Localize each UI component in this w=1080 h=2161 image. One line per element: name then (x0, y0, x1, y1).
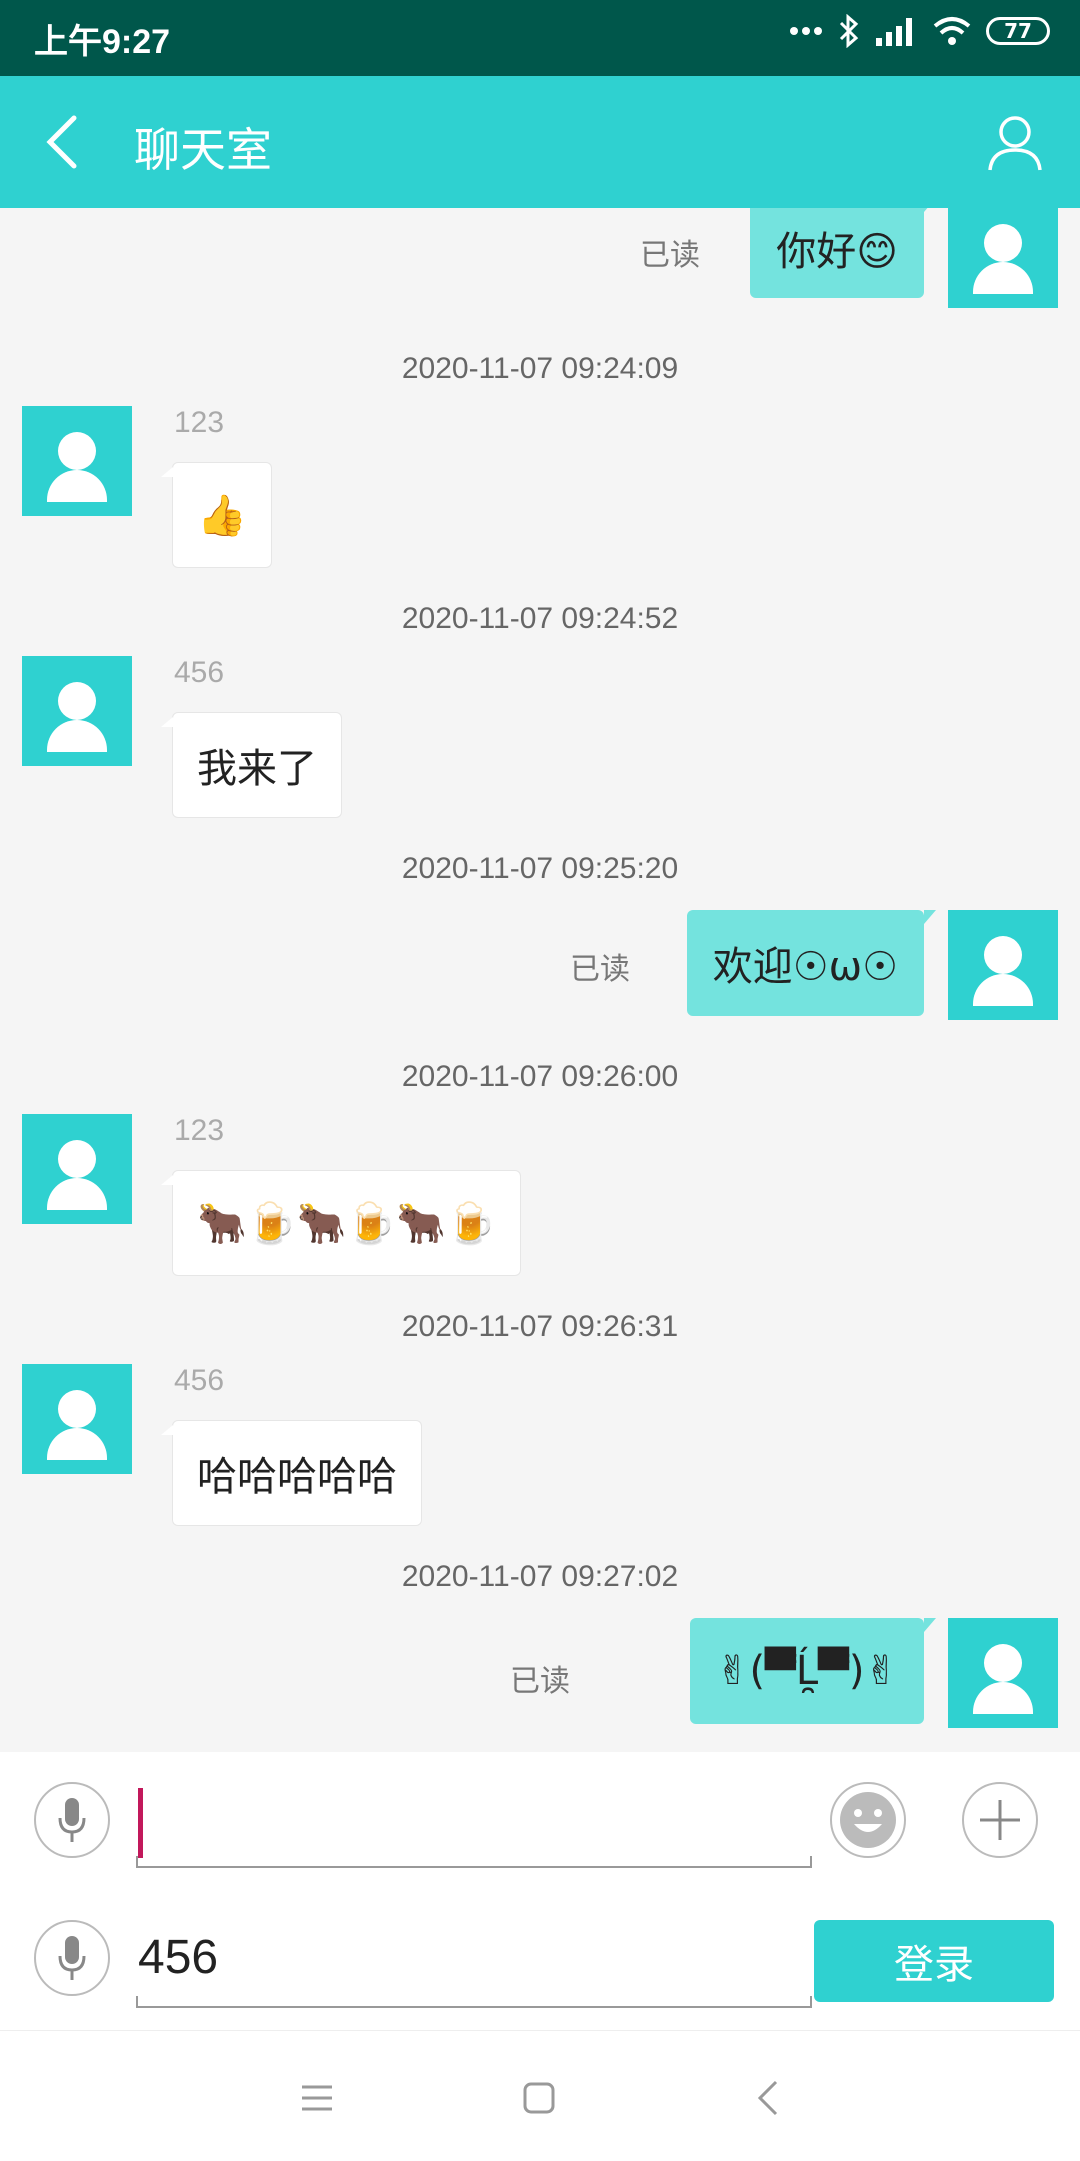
more-dots-icon (790, 27, 822, 35)
chat-messages[interactable]: 已读 你好😊 2020-11-07 09:24:09 123 👍 2020-11… (0, 208, 1080, 1752)
avatar[interactable] (22, 1114, 132, 1224)
message-timestamp: 2020-11-07 09:26:00 (401, 1060, 679, 1093)
back-icon[interactable] (756, 2079, 780, 2117)
back-arrow-icon[interactable] (40, 106, 100, 178)
avatar[interactable] (948, 1618, 1058, 1728)
microphone-icon (58, 1936, 86, 1980)
sender-name: 123 (174, 406, 225, 439)
sender-name: 123 (174, 1114, 225, 1147)
message-bubble[interactable]: 欢迎☉ω☉ (686, 910, 937, 1016)
avatar[interactable] (22, 1364, 132, 1474)
signal-icon (876, 18, 912, 46)
input-area: 456 登录 (0, 1752, 1080, 2030)
read-receipt: 已读 (570, 952, 630, 987)
voice-button[interactable] (34, 1920, 110, 1996)
page-title: 聊天室 (134, 123, 272, 177)
read-receipt: 已读 (640, 238, 700, 273)
message-bubble[interactable]: 🐂🍺🐂🍺🐂🍺 (161, 1170, 521, 1276)
message-timestamp: 2020-11-07 09:24:09 (401, 352, 679, 385)
message-bubble[interactable]: 你好😊 (750, 208, 936, 298)
read-receipt: 已读 (510, 1664, 570, 1699)
message-bubble[interactable]: 👍 (161, 462, 272, 568)
plus-icon (980, 1800, 1020, 1840)
status-bar: 上午9:27 77 (0, 0, 1080, 76)
battery-indicator: 77 (986, 17, 1050, 45)
message-bubble[interactable]: 哈哈哈哈哈 (161, 1420, 422, 1526)
emoji-button[interactable] (830, 1782, 906, 1858)
avatar[interactable] (948, 208, 1058, 308)
bluetooth-icon (839, 14, 859, 48)
home-icon[interactable] (522, 2081, 556, 2115)
message-timestamp: 2020-11-07 09:25:20 (401, 852, 679, 885)
user-profile-icon[interactable] (984, 112, 1046, 174)
status-icons: 77 (788, 14, 1050, 48)
username-input-value: 456 (138, 1931, 219, 1984)
message-timestamp: 2020-11-07 09:27:02 (401, 1560, 679, 1593)
system-nav-bar (0, 2030, 1080, 2161)
avatar[interactable] (22, 656, 132, 766)
voice-button[interactable] (34, 1782, 110, 1858)
status-time: 上午9:27 (34, 23, 171, 61)
message-input[interactable] (136, 1856, 812, 1868)
menu-icon[interactable] (300, 2083, 334, 2113)
message-timestamp: 2020-11-07 09:26:31 (401, 1310, 679, 1343)
add-button[interactable] (962, 1782, 1038, 1858)
login-button[interactable]: 登录 (814, 1920, 1054, 2002)
sender-name: 456 (174, 656, 225, 689)
message-bubble[interactable]: 我来了 (161, 712, 342, 818)
text-cursor (138, 1788, 143, 1858)
avatar[interactable] (948, 910, 1058, 1020)
message-bubble[interactable]: ✌(▀̿Ĺ̯▀̿)✌ (689, 1618, 937, 1724)
sender-name: 456 (174, 1364, 225, 1397)
microphone-icon (58, 1798, 86, 1842)
app-bar: 聊天室 (0, 76, 1080, 208)
avatar[interactable] (22, 406, 132, 516)
username-input[interactable] (136, 1996, 812, 2008)
message-timestamp: 2020-11-07 09:24:52 (401, 602, 679, 635)
wifi-icon (933, 17, 971, 45)
smiley-icon (840, 1792, 896, 1848)
